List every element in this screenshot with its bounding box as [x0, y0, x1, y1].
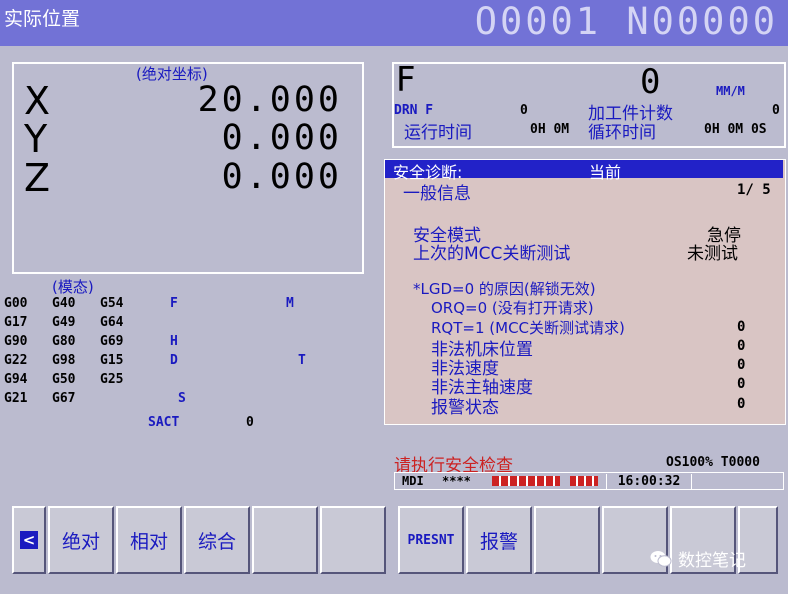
modal-code: G00 [4, 296, 28, 311]
modal-code: G69 [100, 334, 124, 349]
modal-s-label: S [178, 391, 186, 406]
feed-label: F [396, 60, 416, 100]
diag-section: 一般信息 [403, 184, 471, 204]
axis-y-value: 0.000 [221, 118, 342, 158]
modal-title: (模态) [52, 278, 94, 296]
diag-page: 1/ 5 [737, 182, 771, 198]
clock: 16:00:32 [606, 474, 692, 489]
program-number: O0001 N00000 [474, 0, 778, 43]
alarm-indicator [570, 476, 598, 486]
illegal-spindle-value: 0 [737, 376, 746, 392]
modal-code: G22 [4, 353, 28, 368]
alarm-status-value: 0 [737, 396, 746, 412]
cycle-time-value: 0H 0M 0S [704, 122, 767, 137]
modal-code: G64 [100, 315, 124, 330]
screen-title: 实际位置 [4, 8, 81, 30]
mcc-test-value: 未测试 [687, 244, 738, 264]
modal-code: G50 [52, 372, 76, 387]
watermark: 数控笔记 [650, 546, 746, 571]
modal-code: G17 [4, 315, 28, 330]
modal-code: G80 [52, 334, 76, 349]
left-arrow-icon: < [19, 531, 39, 549]
modal-code: G90 [4, 334, 28, 349]
axis-y-label: Y [24, 117, 48, 161]
illegal-position-value: 0 [737, 338, 746, 354]
run-time-value: 0H 0M [530, 122, 570, 137]
softkey-prev-button[interactable]: < [12, 506, 46, 574]
status-stars: **** [442, 474, 471, 488]
axis-z-value: 0.000 [221, 157, 342, 197]
axis-x-value: 20.000 [197, 80, 342, 120]
orq-label: ORQ=0 (没有打开请求) [431, 299, 594, 317]
modal-d-label: D [170, 353, 178, 368]
modal-code: G40 [52, 296, 76, 311]
modal-t-label: T [298, 353, 306, 368]
illegal-speed-value: 0 [737, 357, 746, 373]
softkey-alarm-button[interactable]: 报警 [466, 506, 532, 574]
safety-diagnosis-panel: 安全诊断: 当前 一般信息 1/ 5 安全模式 急停 上次的MCC关断测试 未测… [384, 159, 786, 425]
modal-code: G25 [100, 372, 124, 387]
override-tool: OS100% T0000 [666, 455, 760, 470]
drn-value: 0 [520, 103, 528, 118]
softkey-empty-3-button[interactable] [534, 506, 600, 574]
modal-code: G49 [52, 315, 76, 330]
modal-m-label: M [286, 296, 294, 311]
modal-code: G67 [52, 391, 76, 406]
softkey-empty-2-button[interactable] [320, 506, 386, 574]
softkey-relative-button[interactable]: 相对 [116, 506, 182, 574]
modal-code: G94 [4, 372, 28, 387]
modal-code: G98 [52, 353, 76, 368]
feed-unit: MM/M [716, 84, 745, 98]
parts-count-value: 0 [772, 103, 780, 118]
lgd-reason-label: *LGD=0 的原因(解锁无效) [413, 280, 596, 298]
modal-h-label: H [170, 334, 178, 349]
drn-label: DRN F [394, 103, 434, 118]
mode-indicator: MDI [402, 474, 424, 488]
modal-code: G54 [100, 296, 124, 311]
modal-code: G15 [100, 353, 124, 368]
sact-label: SACT [148, 415, 180, 430]
modal-f-label: F [170, 296, 178, 311]
alarm-status-label: 报警状态 [431, 398, 499, 418]
feed-value: 0 [640, 62, 661, 102]
wechat-icon [650, 550, 672, 568]
cycle-time-label: 循环时间 [588, 123, 656, 143]
softkey-absolute-button[interactable]: 绝对 [48, 506, 114, 574]
softkey-overall-button[interactable]: 综合 [184, 506, 250, 574]
emergency-indicator [492, 476, 560, 486]
mcc-test-label: 上次的MCC关断测试 [413, 244, 571, 264]
rqt-value: 0 [737, 319, 746, 335]
softkey-empty-1-button[interactable] [252, 506, 318, 574]
run-time-label: 运行时间 [404, 123, 472, 143]
axis-z-label: Z [24, 156, 51, 200]
diag-state: 当前 [589, 163, 622, 182]
softkey-presnt-button[interactable]: PRESNT [398, 506, 464, 574]
modal-code: G21 [4, 391, 28, 406]
sact-value: 0 [246, 415, 254, 430]
watermark-text: 数控笔记 [678, 551, 746, 571]
